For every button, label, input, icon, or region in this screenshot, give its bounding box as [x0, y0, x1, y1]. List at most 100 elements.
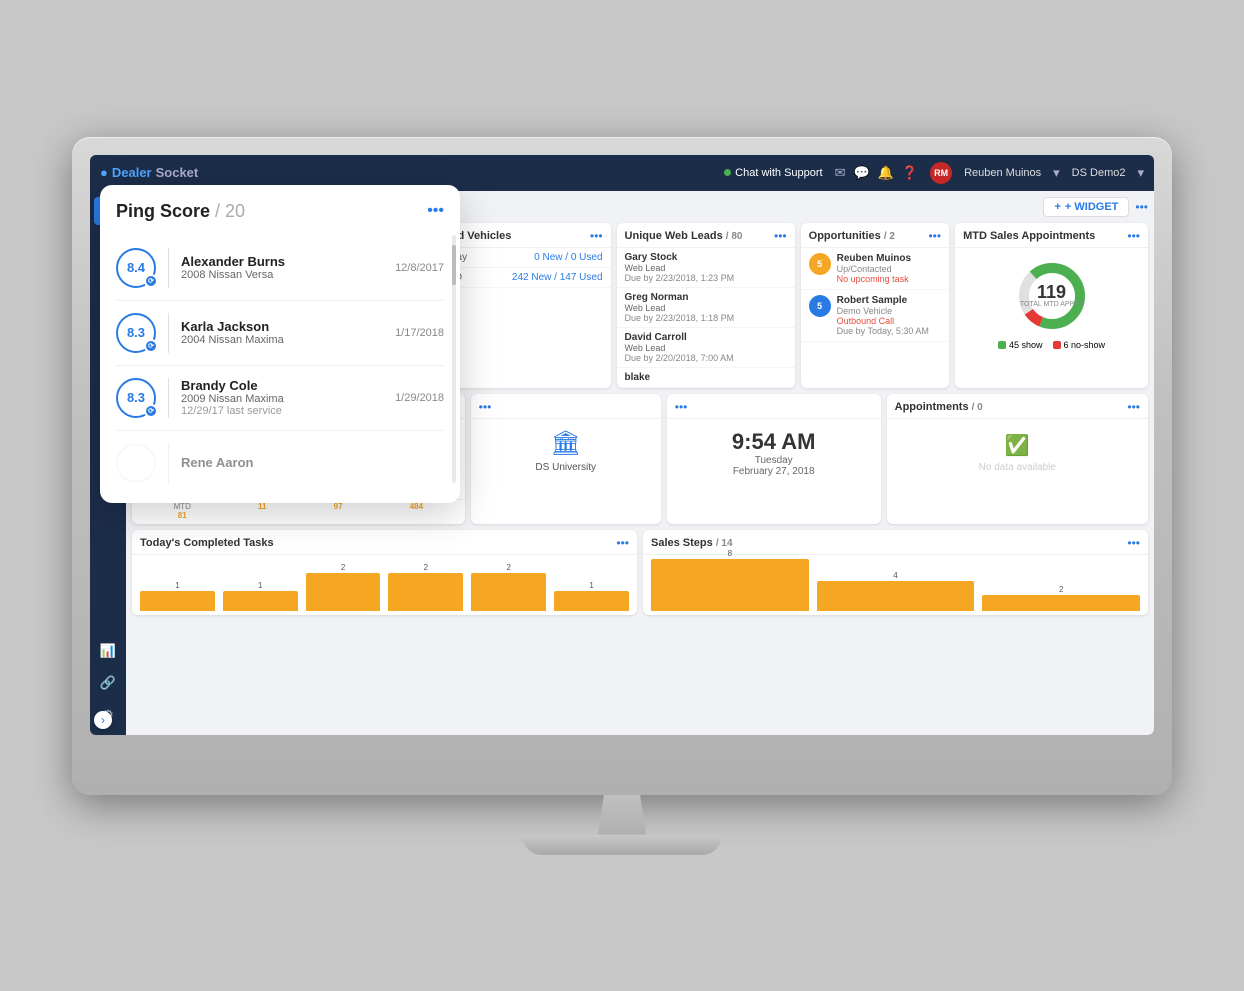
sales-steps-menu[interactable]: ••• [1127, 536, 1140, 550]
popup-date-3: 1/29/2018 [395, 392, 444, 404]
popup-score-3: 8.3 ⟳ [116, 378, 156, 418]
current-time: 9:54 AM [732, 429, 816, 455]
lead-type-3: Web Lead [625, 343, 787, 353]
ping-score-popup: Ping Score / 20 ••• 8.4 ⟳ Alexander Burn… [100, 185, 460, 503]
sold-vehicles-menu[interactable]: ••• [590, 229, 603, 243]
chat-indicator[interactable]: Chat with Support [724, 167, 822, 179]
add-widget-button[interactable]: + WIDGET [1043, 197, 1129, 217]
notification-icon[interactable]: 🔔 [878, 165, 894, 181]
popup-score-2: 8.3 ⟳ [116, 313, 156, 353]
popup-scrollbar[interactable] [452, 235, 456, 483]
opportunities-menu[interactable]: ••• [928, 229, 941, 243]
opp-name-2: Robert Sample [837, 295, 941, 306]
opportunities-title: Opportunities / 2 [809, 230, 895, 242]
popup-divider-3 [168, 378, 169, 418]
popup-vehicle-3: 2009 Nissan Maxima [181, 393, 383, 405]
lead-name-3: David Carroll [625, 332, 787, 343]
lead-name-2: Greg Norman [625, 292, 787, 303]
email-icon[interactable]: ✉ [835, 165, 846, 181]
opp-task-2: Outbound Call [837, 316, 941, 326]
opp-task-1: No upcoming task [837, 274, 941, 284]
widget-menu-icon[interactable]: ••• [1135, 200, 1148, 214]
todays-tasks-chart: 1 1 2 [132, 555, 637, 615]
mtd-sales-menu[interactable]: ••• [1127, 229, 1140, 243]
opp-status-1: Up/Contacted [837, 264, 941, 274]
donut-legend: 45 show 6 no-show [955, 340, 1148, 356]
ds-uni-menu[interactable]: ••• [479, 400, 492, 414]
todays-tasks-title: Today's Completed Tasks [140, 537, 274, 549]
sidebar-item-links[interactable]: 🔗 [94, 669, 122, 697]
lead-name-1: Gary Stock [625, 252, 787, 263]
lead-item-1[interactable]: Gary Stock Web Lead Due by 2/23/2018, 1:… [617, 248, 795, 288]
cf-phoneup: 11 [258, 502, 266, 520]
chat-bubble-icon[interactable]: 💬 [854, 165, 870, 181]
sales-steps-chart: 8 4 2 [643, 555, 1148, 615]
opp-name-1: Reuben Muinos [837, 253, 941, 264]
current-date: February 27, 2018 [733, 466, 815, 477]
cf-mtd-label: MTD [174, 502, 191, 511]
popup-item-2[interactable]: 8.3 ⟳ Karla Jackson 2004 Nissan Maxima 1… [116, 301, 444, 366]
popup-title: Ping Score / 20 [116, 201, 245, 222]
popup-name-partial: Rene Aaron [181, 455, 444, 470]
web-leads-title: Unique Web Leads / 80 [625, 230, 743, 242]
step-bar-1: 8 [651, 549, 809, 611]
opp-item-1[interactable]: 5 Reuben Muinos Up/Contacted No upcoming… [801, 248, 949, 290]
ds-uni-header: ••• [471, 394, 661, 419]
step-bar-num-3: 2 [1059, 585, 1063, 594]
lead-item-4[interactable]: blake [617, 368, 795, 388]
popup-item-1[interactable]: 8.4 ⟳ Alexander Burns 2008 Nissan Versa … [116, 236, 444, 301]
task-bar-col-3 [306, 573, 381, 611]
sidebar-scroll-arrow[interactable]: › [94, 711, 112, 729]
popup-score-icon-1: ⟳ [144, 274, 158, 288]
task-bar-6: 1 [554, 581, 629, 611]
donut-number: 119 [1020, 283, 1083, 301]
monitor: ● DealerSocket Chat with Support ✉ 💬 🔔 ❓ [72, 137, 1172, 855]
legend-show-dot [998, 341, 1006, 349]
lead-type-2: Web Lead [625, 303, 787, 313]
lead-item-2[interactable]: Greg Norman Web Lead Due by 2/23/2018, 1… [617, 288, 795, 328]
lead-item-3[interactable]: David Carroll Web Lead Due by 2/20/2018,… [617, 328, 795, 368]
appointments-menu[interactable]: ••• [1127, 400, 1140, 414]
university-icon: 🏛 [550, 429, 580, 458]
popup-divider-partial [168, 443, 169, 483]
popup-score-icon-2: ⟳ [144, 339, 158, 353]
task-bar-num-4: 2 [424, 563, 428, 572]
user-name[interactable]: Reuben Muinos [964, 167, 1041, 179]
sales-steps-title: Sales Steps / 14 [651, 537, 733, 549]
time-menu[interactable]: ••• [675, 400, 688, 414]
step-bar-num-1: 8 [728, 549, 732, 558]
user-chevron-icon[interactable]: ▾ [1053, 165, 1060, 181]
stand-neck [592, 795, 652, 835]
time-card: ••• 9:54 AM Tuesday February 27, 2018 [667, 394, 881, 524]
appointments-header: Appointments / 0 ••• [887, 394, 1148, 419]
mtd-sales-title: MTD Sales Appointments [963, 230, 1095, 242]
stand-base [522, 835, 722, 855]
step-bar-3: 2 [982, 585, 1140, 611]
dealer-chevron-icon[interactable]: ▾ [1137, 165, 1144, 181]
monitor-bezel: ● DealerSocket Chat with Support ✉ 💬 🔔 ❓ [72, 137, 1172, 795]
opp-item-2[interactable]: 5 Robert Sample Demo Vehicle Outbound Ca… [801, 290, 949, 342]
help-icon[interactable]: ❓ [902, 165, 918, 181]
task-bar-num-1: 1 [175, 581, 179, 590]
donut-center: 119 TOTAL MTD APPTS [1020, 283, 1083, 308]
popup-count: / 20 [215, 201, 245, 221]
lead-due-3: Due by 2/20/2018, 7:00 AM [625, 353, 787, 363]
popup-menu-icon[interactable]: ••• [427, 202, 444, 220]
app-logo: ● DealerSocket [100, 165, 198, 180]
popup-divider-1 [168, 248, 169, 288]
topbar-right: Chat with Support ✉ 💬 🔔 ❓ RM Reuben Muin… [724, 162, 1144, 184]
web-leads-menu[interactable]: ••• [774, 229, 787, 243]
opp-badge-2: 5 [809, 295, 831, 317]
appointments-no-data: ✅ No data available [887, 419, 1148, 487]
todays-tasks-menu[interactable]: ••• [616, 536, 629, 550]
popup-info-2: Karla Jackson 2004 Nissan Maxima [181, 319, 383, 346]
popup-item-3[interactable]: 8.3 ⟳ Brandy Cole 2009 Nissan Maxima 12/… [116, 366, 444, 431]
sidebar-item-reports[interactable]: 📊 [94, 637, 122, 665]
row-3: Today's Completed Tasks ••• 1 [132, 530, 1148, 615]
lead-type-1: Web Lead [625, 263, 787, 273]
opportunities-card: Opportunities / 2 ••• 5 Reuben Muinos Up… [801, 223, 949, 388]
task-bar-3: 2 [306, 563, 381, 611]
popup-divider-2 [168, 313, 169, 353]
popup-name-3: Brandy Cole [181, 378, 383, 393]
dealer-name[interactable]: DS Demo2 [1072, 167, 1126, 179]
